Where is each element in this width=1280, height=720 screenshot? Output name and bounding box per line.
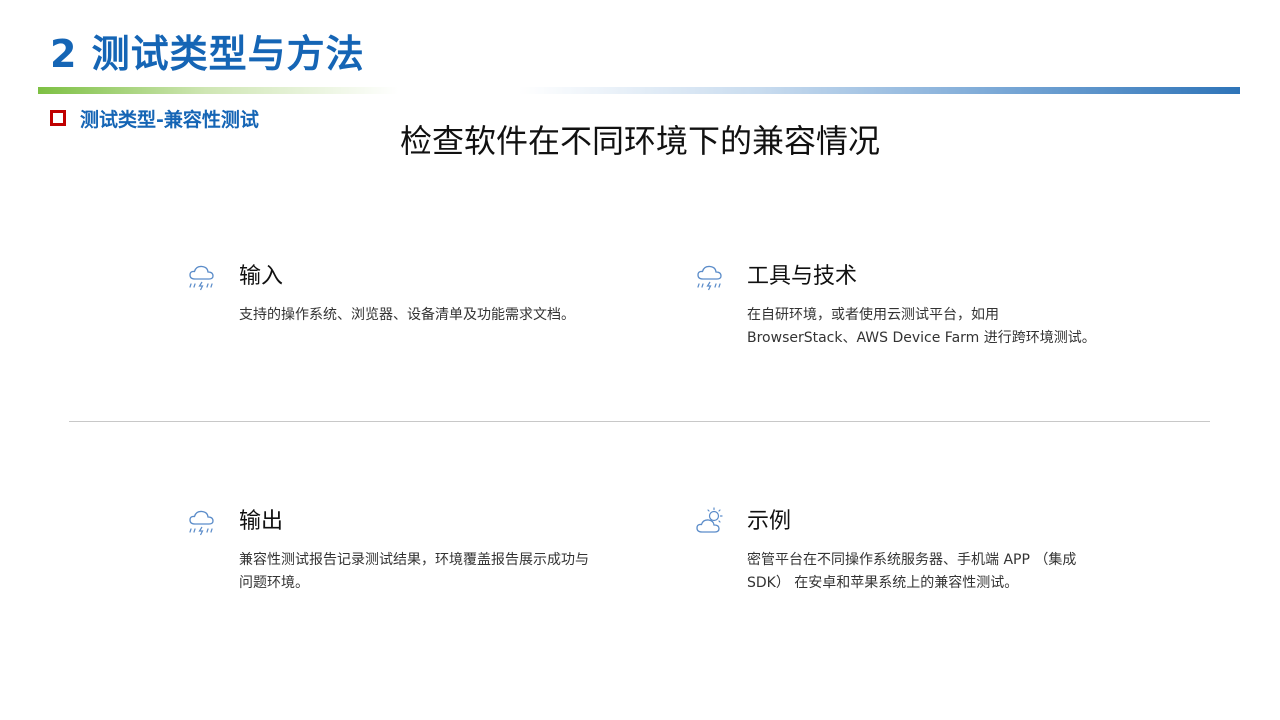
horizontal-divider xyxy=(69,421,1210,422)
title-underline xyxy=(38,87,1240,94)
card-title: 输出 xyxy=(239,509,284,534)
card-title: 输入 xyxy=(239,264,284,289)
card-body: 兼容性测试报告记录测试结果，环境覆盖报告展示成功与问题环境。 xyxy=(239,552,589,591)
headline: 检查软件在不同环境下的兼容情况 xyxy=(399,122,880,160)
rain-cloud-icon xyxy=(189,510,214,536)
card-title: 工具与技术 xyxy=(747,264,858,289)
rain-cloud-icon xyxy=(697,265,722,291)
card-body: 支持的操作系统、浏览器、设备清单及功能需求文档。 xyxy=(239,307,575,323)
slide-title: 2 测试类型与方法 xyxy=(50,32,365,76)
card-body: 密管平台在不同操作系统服务器、手机端 APP （集成SDK） 在安卓和苹果系统上… xyxy=(747,552,1077,591)
card-title: 示例 xyxy=(747,509,792,534)
rain-cloud-icon xyxy=(189,265,214,291)
partly-sunny-icon xyxy=(696,507,723,533)
card-body: 在自研环境，或者使用云测试平台，如用 BrowserStack、AWS Devi… xyxy=(747,307,1096,346)
